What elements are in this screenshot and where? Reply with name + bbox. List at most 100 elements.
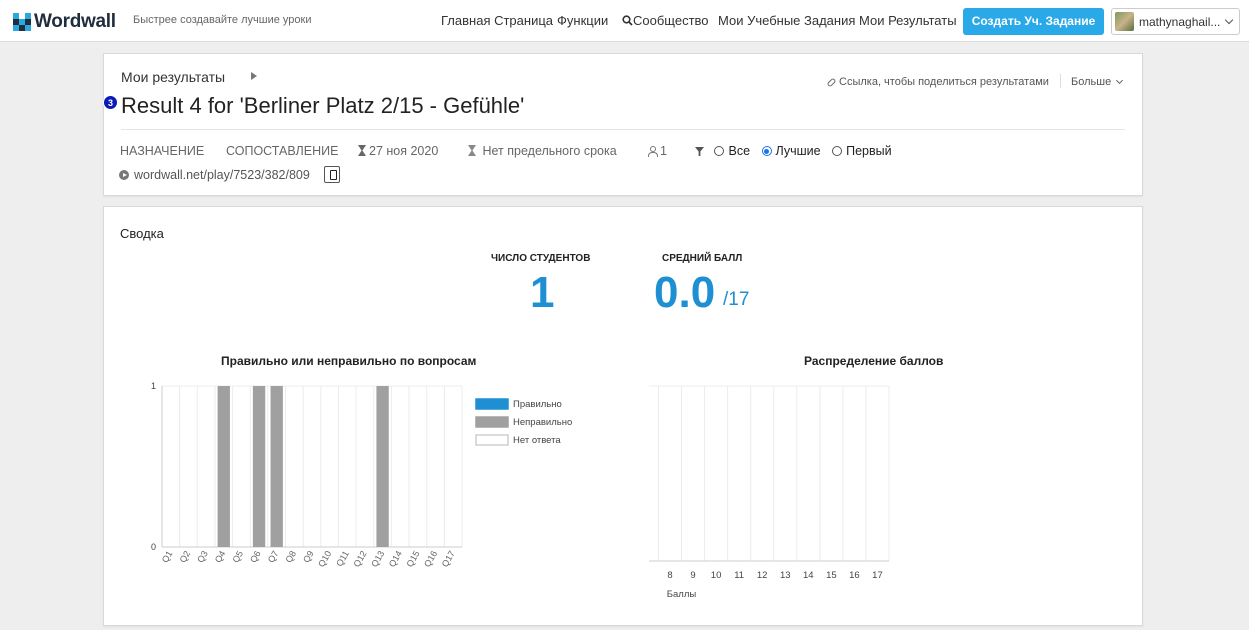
- logo-text: Wordwall: [34, 11, 116, 32]
- x-tick-label: Q12: [352, 549, 369, 569]
- tagline: Быстрее создавайте лучшие уроки: [133, 14, 312, 26]
- x-tick-label: 11: [734, 570, 744, 581]
- x-tick-label: 17: [872, 570, 883, 581]
- y-tick-label: 1: [151, 381, 156, 391]
- legend-swatch: [475, 416, 509, 428]
- activity-url: wordwall.net/play/7523/382/809: [134, 168, 310, 182]
- assignment-label[interactable]: НАЗНАЧЕНИЕ: [120, 144, 204, 158]
- breadcrumb-arrow-icon[interactable]: [251, 72, 257, 80]
- filter-all-label[interactable]: Все: [728, 144, 750, 158]
- page-title: Result 4 for 'Berliner Platz 2/15 - Gefü…: [121, 93, 525, 118]
- nav-community-label: Сообщество: [633, 13, 709, 28]
- chart-title-score-distribution: Распределение баллов: [804, 354, 944, 368]
- average-score-label: СРЕДНИЙ БАЛЛ: [662, 253, 743, 264]
- x-axis-label: Баллы: [667, 589, 697, 600]
- x-tick-label: 9: [690, 570, 695, 581]
- legend-label: Неправильно: [513, 417, 572, 428]
- nav-my-activities-link[interactable]: Мои Учебные Задания: [718, 13, 855, 28]
- x-tick-label: Q17: [440, 549, 457, 569]
- user-name: mathynaghail...: [1139, 15, 1221, 29]
- average-score-max: /17: [723, 289, 750, 310]
- x-tick-label: Q4: [213, 549, 228, 564]
- x-tick-label: Q7: [266, 549, 281, 564]
- chevron-down-icon: [1116, 76, 1124, 85]
- play-icon: [119, 170, 129, 180]
- students-value: 1: [530, 268, 555, 317]
- nav-features-link[interactable]: Функции: [557, 13, 608, 28]
- correct-incorrect-chart: 01Q1 Q2 Q3 Q4 Q5 Q6 Q7 Q8 Q9 Q10 Q11 Q12 Q13 Q14 Q15 Q1…: [151, 381, 572, 569]
- x-tick-label: 10: [711, 570, 722, 581]
- date-value: 27 ноя 2020: [369, 144, 439, 158]
- x-tick-label: Q13: [369, 549, 386, 569]
- top-navbar: Wordwall Быстрее создавайте лучшие уроки…: [0, 0, 1249, 42]
- hourglass-empty-icon: [468, 145, 476, 156]
- x-tick-label: Q5: [230, 549, 245, 564]
- x-tick-label: 12: [757, 570, 768, 581]
- x-tick-label: Q10: [316, 549, 333, 569]
- x-tick-label: Q16: [422, 549, 439, 569]
- legend-swatch: [475, 434, 509, 446]
- divider: [1060, 74, 1061, 88]
- user-menu[interactable]: mathynaghail...: [1111, 8, 1240, 35]
- create-activity-button[interactable]: Создать Уч. Задание: [963, 8, 1104, 35]
- filter-all-radio[interactable]: [714, 146, 725, 156]
- mobile-phone-button[interactable]: [324, 166, 340, 183]
- legend-label: Правильно: [513, 399, 562, 410]
- x-tick-label: 15: [826, 570, 837, 581]
- summary-title: Сводка: [120, 226, 164, 241]
- nav-my-results-link[interactable]: Мои Результаты: [859, 13, 957, 28]
- filter-first-label[interactable]: Первый: [846, 144, 892, 158]
- average-score-value: 0.0: [654, 268, 716, 317]
- template-label[interactable]: СОПОСТАВЛЕНИЕ: [226, 144, 338, 158]
- user-icon: [648, 146, 658, 157]
- nav-home-link[interactable]: Главная Страница: [441, 13, 553, 28]
- wordwall-logo[interactable]: Wordwall: [13, 11, 116, 33]
- x-tick-label: Q6: [248, 549, 263, 564]
- filter-best-radio[interactable]: [761, 146, 772, 156]
- summary-panel: Сводка ЧИСЛО СТУДЕНТОВ 1 СРЕДНИЙ БАЛЛ 0.…: [103, 206, 1143, 626]
- date-item: 27 ноя 2020: [358, 144, 438, 158]
- x-tick-label: 7: [649, 570, 650, 581]
- student-count-item: 1: [648, 144, 667, 158]
- deadline-item: Нет предельного срока: [468, 144, 617, 158]
- chevron-down-icon: [1224, 15, 1234, 25]
- x-tick-label: Q15: [404, 549, 421, 569]
- x-tick-label: Q11: [334, 549, 351, 568]
- x-tick-label: Q8: [283, 549, 298, 564]
- x-tick-label: Q2: [178, 549, 193, 564]
- x-tick-label: 14: [803, 570, 814, 581]
- x-tick-label: Q1: [160, 549, 175, 564]
- bar: [217, 386, 230, 547]
- search-icon: [622, 15, 633, 26]
- bar: [270, 386, 283, 547]
- x-tick-label: Q14: [387, 549, 404, 569]
- bar: [376, 386, 389, 547]
- legend-swatch: [475, 398, 509, 410]
- filter-icon: [695, 147, 704, 156]
- y-tick-label: 0: [151, 542, 156, 552]
- breadcrumb-my-results[interactable]: Мои результаты: [121, 69, 225, 85]
- share-results-link[interactable]: Ссылка, чтобы поделиться результатами: [826, 76, 1049, 88]
- share-results-label: Ссылка, чтобы поделиться результатами: [839, 76, 1049, 88]
- more-label: Больше: [1071, 76, 1112, 88]
- hourglass-icon: [358, 145, 366, 156]
- bar: [252, 386, 266, 547]
- nav-community-link[interactable]: Сообщество: [622, 13, 709, 28]
- logo-icon: [13, 13, 31, 31]
- filter-best-label[interactable]: Лучшие: [776, 144, 821, 158]
- activity-link[interactable]: wordwall.net/play/7523/382/809: [119, 168, 310, 182]
- result-header-panel: Мои результаты 3 Result 4 for 'Berliner …: [103, 53, 1143, 196]
- score-distribution-chart: 0101234567891011121314151617БаллыЧисло с…: [649, 385, 890, 600]
- notification-badge: 3: [103, 95, 118, 110]
- legend-label: Нет ответа: [513, 435, 561, 446]
- filter-first-radio[interactable]: [832, 146, 843, 156]
- x-tick-label: Q3: [195, 549, 210, 564]
- x-tick-label: 8: [667, 570, 672, 581]
- more-menu-button[interactable]: Больше: [1071, 76, 1124, 88]
- students-label: ЧИСЛО СТУДЕНТОВ: [491, 253, 591, 264]
- deadline-value: Нет предельного срока: [482, 144, 617, 158]
- x-tick-label: 16: [849, 570, 860, 581]
- link-icon: [826, 77, 837, 88]
- attempt-filter: Все Лучшие Первый: [695, 144, 900, 158]
- x-tick-label: 13: [780, 570, 791, 581]
